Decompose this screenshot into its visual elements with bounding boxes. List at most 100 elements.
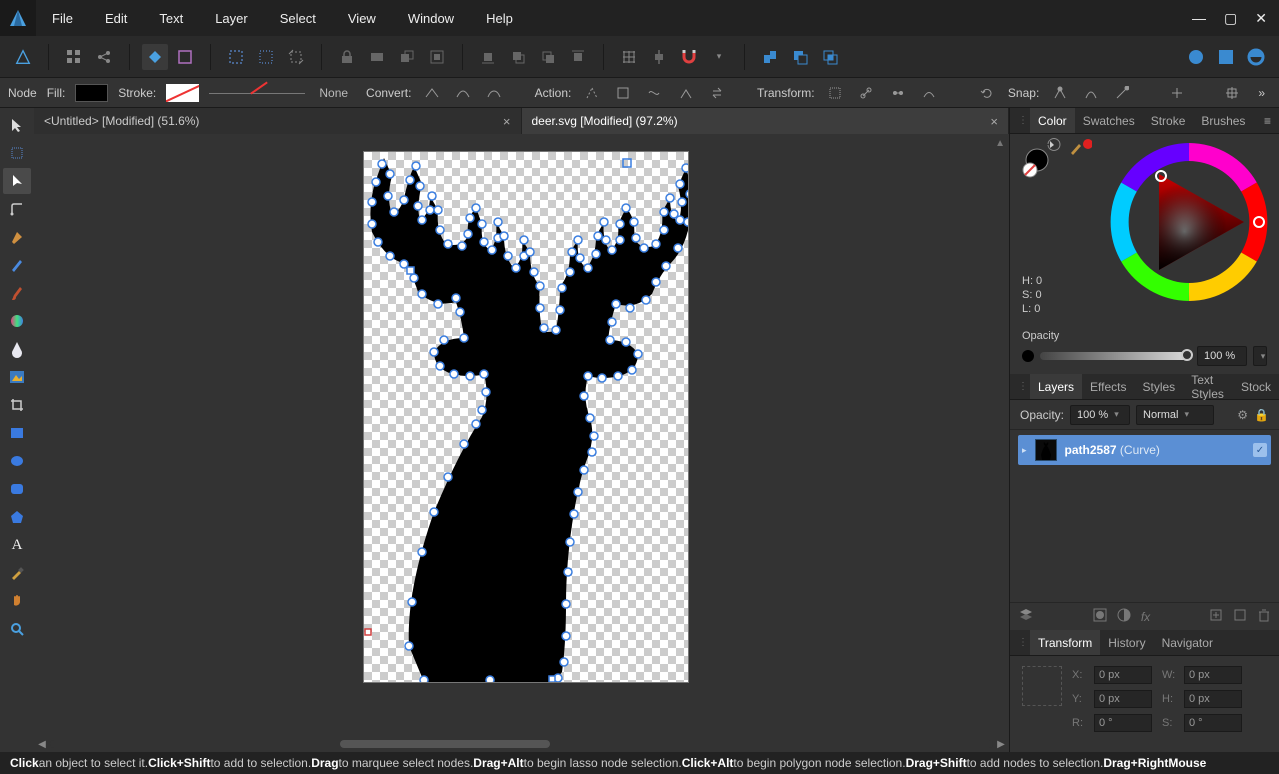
text-tool-icon[interactable]: A <box>3 532 31 558</box>
marquee-dashed-icon[interactable] <box>223 44 249 70</box>
boolean-intersect-icon[interactable] <box>817 44 843 70</box>
forward-one-icon[interactable] <box>535 44 561 70</box>
refresh-icon[interactable] <box>977 82 998 104</box>
menu-file[interactable]: File <box>36 0 89 36</box>
mask-icon[interactable] <box>1093 608 1107 625</box>
opacity-dropdown-icon[interactable]: ▾ <box>1253 346 1267 366</box>
snap-geometry-icon[interactable] <box>1080 82 1101 104</box>
anchor-selector[interactable] <box>1022 666 1062 706</box>
y-field[interactable] <box>1094 690 1152 708</box>
curve-options-icon[interactable] <box>918 82 939 104</box>
convert-smooth-icon[interactable] <box>453 82 474 104</box>
insert-inside-icon[interactable] <box>424 44 450 70</box>
app-menu-icon[interactable] <box>10 44 36 70</box>
artboard-tool-icon[interactable] <box>3 140 31 166</box>
ellipse-tool-icon[interactable] <box>3 448 31 474</box>
h-field[interactable] <box>1184 690 1242 708</box>
convert-smart-icon[interactable] <box>484 82 505 104</box>
persona-export-icon[interactable] <box>1243 44 1269 70</box>
add-pixel-layer-icon[interactable] <box>1233 608 1247 625</box>
menu-text[interactable]: Text <box>143 0 199 36</box>
snap-magnet-icon[interactable] <box>676 44 702 70</box>
layer-opacity-field[interactable]: 100 %▾ <box>1070 405 1130 425</box>
eyedropper-tool-icon[interactable] <box>3 560 31 586</box>
tab-color[interactable]: Color <box>1030 108 1075 133</box>
crop-marquee-icon[interactable] <box>283 44 309 70</box>
s-field[interactable] <box>1184 714 1242 732</box>
boolean-subtract-icon[interactable] <box>787 44 813 70</box>
opacity-value-field[interactable]: 100 % <box>1197 346 1247 366</box>
lock-children-icon[interactable] <box>334 44 360 70</box>
transform-mode-icon[interactable] <box>825 82 846 104</box>
window-minimize-icon[interactable]: — <box>1192 10 1206 27</box>
tab-styles[interactable]: Styles <box>1135 374 1184 399</box>
menu-layer[interactable]: Layer <box>199 0 264 36</box>
trash-icon[interactable] <box>1257 608 1271 625</box>
close-tab-icon[interactable]: × <box>990 114 998 129</box>
context-overflow-icon[interactable]: » <box>1252 86 1271 100</box>
persona-pixel-icon[interactable] <box>1213 44 1239 70</box>
marquee-dotted-icon[interactable] <box>253 44 279 70</box>
canvas[interactable]: ▲ <box>34 134 1009 736</box>
stroke-swatch[interactable] <box>166 84 199 102</box>
w-field[interactable] <box>1184 666 1242 684</box>
layer-visibility-checkbox[interactable]: ✓ <box>1253 443 1267 457</box>
tab-stock[interactable]: Stock <box>1233 374 1279 399</box>
zoom-tool-icon[interactable] <box>3 616 31 642</box>
pencil-tool-icon[interactable] <box>3 252 31 278</box>
r-field[interactable] <box>1094 714 1152 732</box>
tab-brushes[interactable]: Brushes <box>1193 108 1253 133</box>
transparency-tool-icon[interactable] <box>3 336 31 362</box>
panel-grip-icon[interactable]: ⋮⋮ <box>1018 381 1030 392</box>
menu-help[interactable]: Help <box>470 0 529 36</box>
move-front-icon[interactable] <box>565 44 591 70</box>
grid-icon[interactable] <box>61 44 87 70</box>
align-nodes-icon[interactable] <box>887 82 908 104</box>
menu-select[interactable]: Select <box>264 0 332 36</box>
tab-navigator[interactable]: Navigator <box>1154 630 1221 655</box>
layers-stack-icon[interactable] <box>1018 607 1034 626</box>
insert-behind-icon[interactable] <box>394 44 420 70</box>
menu-view[interactable]: View <box>332 0 392 36</box>
symbol-icon[interactable] <box>142 44 168 70</box>
scroll-up-arrow-icon[interactable]: ▲ <box>995 138 1005 149</box>
share-icon[interactable] <box>91 44 117 70</box>
x-field[interactable] <box>1094 666 1152 684</box>
document-tab-2[interactable]: deer.svg [Modified] (97.2%) × <box>522 108 1010 134</box>
back-one-icon[interactable] <box>505 44 531 70</box>
move-tool-icon[interactable] <box>3 112 31 138</box>
lock-icon[interactable]: 🔒 <box>1254 408 1269 422</box>
snap-options-icon[interactable]: ▾ <box>706 44 732 70</box>
opacity-slider[interactable] <box>1040 352 1191 360</box>
crop-tool-icon[interactable] <box>3 392 31 418</box>
horizontal-scrollbar[interactable]: ◀ ▶ <box>34 736 1009 752</box>
pen-tool-icon[interactable] <box>3 224 31 250</box>
rectangle-tool-icon[interactable] <box>3 420 31 446</box>
stroke-width-slider[interactable] <box>209 84 305 102</box>
rounded-rect-tool-icon[interactable] <box>3 476 31 502</box>
menu-window[interactable]: Window <box>392 0 470 36</box>
snap-pixel-icon[interactable] <box>1221 82 1242 104</box>
show-handles-icon[interactable] <box>856 82 877 104</box>
tab-stroke[interactable]: Stroke <box>1143 108 1194 133</box>
place-image-tool-icon[interactable] <box>3 364 31 390</box>
tab-effects[interactable]: Effects <box>1082 374 1134 399</box>
assets-icon[interactable] <box>172 44 198 70</box>
snap-handle-icon[interactable] <box>1112 82 1133 104</box>
corner-tool-icon[interactable] <box>3 196 31 222</box>
join-curve-icon[interactable] <box>675 82 696 104</box>
window-maximize-icon[interactable]: ▢ <box>1224 10 1237 27</box>
hide-children-icon[interactable] <box>364 44 390 70</box>
break-curve-icon[interactable] <box>581 82 602 104</box>
fx-icon[interactable]: fx <box>1141 610 1150 624</box>
brush-tool-icon[interactable] <box>3 280 31 306</box>
tab-transform[interactable]: Transform <box>1030 630 1100 655</box>
reverse-curve-icon[interactable] <box>706 82 727 104</box>
snap-node-icon[interactable] <box>1049 82 1070 104</box>
gradient-tool-icon[interactable] <box>3 308 31 334</box>
window-close-icon[interactable]: ✕ <box>1255 10 1267 27</box>
tab-layers[interactable]: Layers <box>1030 374 1082 399</box>
panel-grip-icon[interactable]: ⋮⋮ <box>1018 115 1030 126</box>
add-layer-icon[interactable] <box>1209 608 1223 625</box>
artboard[interactable] <box>364 152 688 682</box>
